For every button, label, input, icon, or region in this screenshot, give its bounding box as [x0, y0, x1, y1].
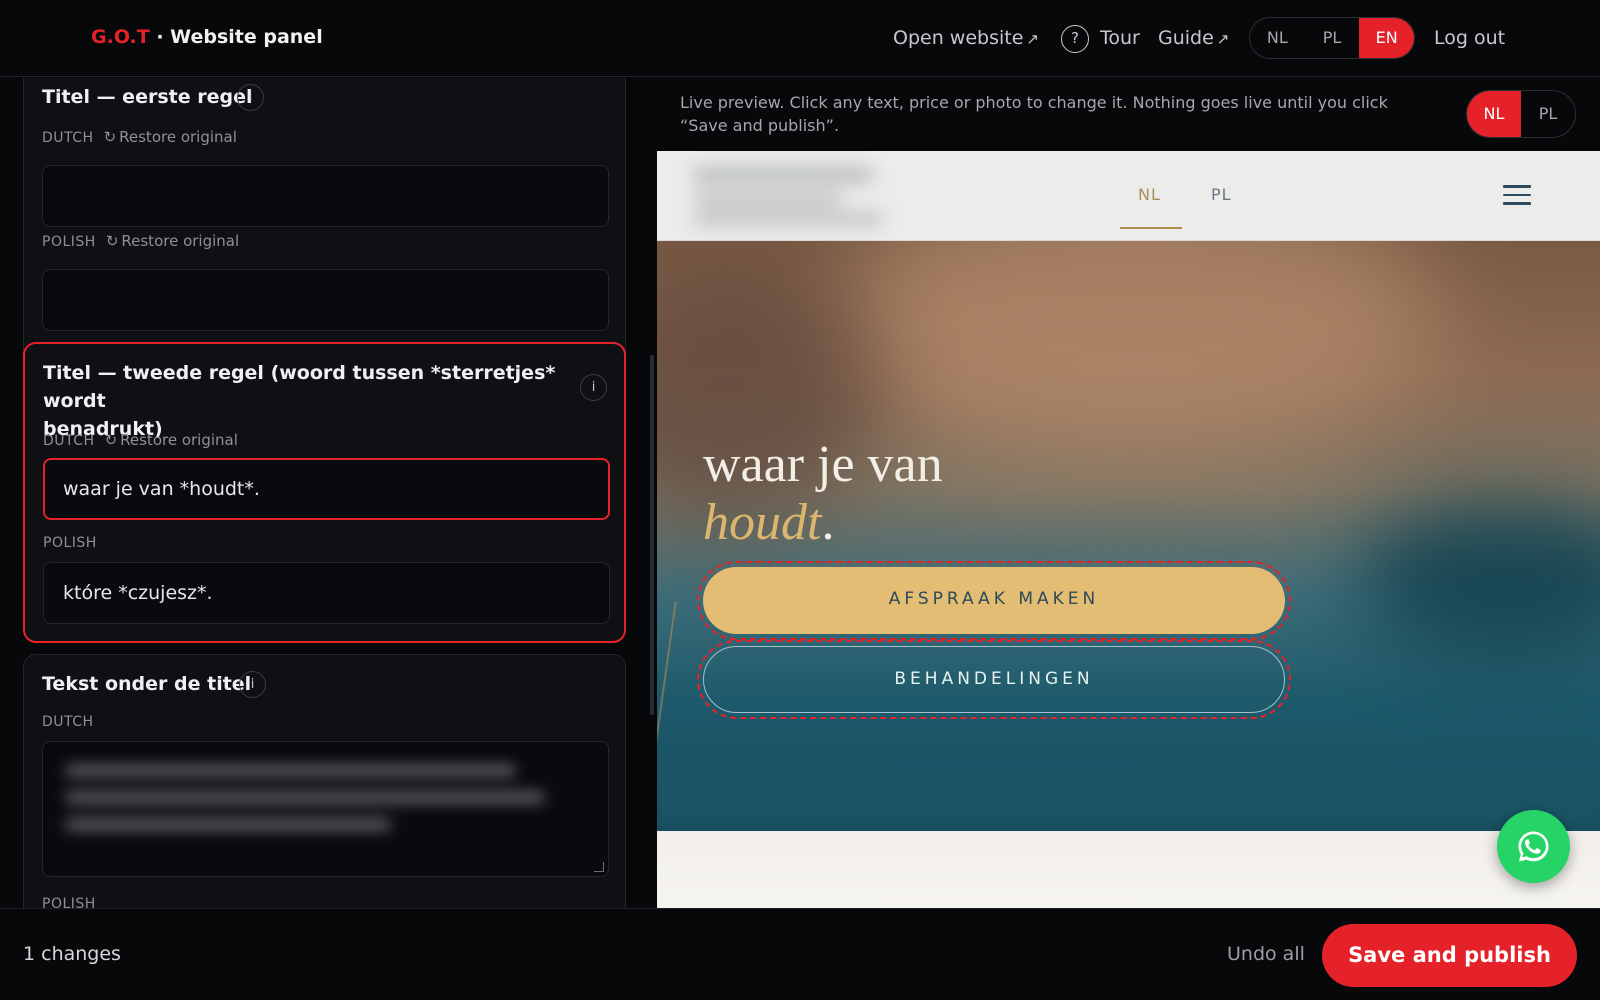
dutch-label-text: DUTCH	[42, 130, 94, 146]
undo-all-button[interactable]: Undo all	[1227, 943, 1305, 965]
lang-nl-button[interactable]: NL	[1250, 18, 1305, 58]
restore-label: Restore original	[120, 431, 238, 449]
dutch-label: DUTCH ↻ Restore original	[43, 431, 238, 449]
restore-icon: ↻	[105, 232, 119, 250]
polish-label-text: POLISH	[42, 234, 96, 250]
dutch-text-input[interactable]: waar je van *houdt*.	[43, 458, 610, 520]
whatsapp-icon[interactable]	[1497, 810, 1570, 883]
info-icon[interactable]: i	[237, 84, 264, 111]
language-switcher: NL PL EN	[1249, 17, 1415, 59]
hero-title-line1: waar je van	[703, 436, 943, 493]
top-bar: G.O.T · Website panel Open website ↗ ? To…	[0, 0, 1600, 77]
guide-link[interactable]: Guide ↗	[1158, 27, 1229, 49]
footer-bar: 1 changes Undo all Save and publish	[0, 908, 1600, 1000]
lang-pl-button[interactable]: PL	[1305, 18, 1360, 58]
hero-title[interactable]: waar je van houdt.	[703, 436, 943, 552]
brand: G.O.T · Website panel	[91, 26, 323, 48]
restore-original-button[interactable]: ↻ Restore original	[106, 232, 239, 250]
preview-language-switcher: NL PL	[1466, 90, 1576, 138]
info-icon[interactable]: i	[239, 671, 266, 698]
guide-label: Guide	[1158, 27, 1214, 49]
dutch-text-input[interactable]	[42, 165, 609, 227]
dutch-textarea[interactable]	[42, 741, 609, 877]
preview-lang-nl-button[interactable]: NL	[1467, 91, 1521, 137]
polish-text-input[interactable]	[42, 269, 609, 331]
dutch-label: DUTCH	[42, 714, 94, 730]
polish-label: POLISH	[43, 535, 97, 551]
open-website-link[interactable]: Open website ↗	[893, 27, 1039, 49]
site-lang-nl[interactable]: NL	[1138, 185, 1161, 204]
restore-label: Restore original	[119, 128, 237, 146]
leaf-decoration	[657, 601, 677, 741]
site-next-section	[657, 831, 1600, 908]
info-icon[interactable]: i	[580, 374, 607, 401]
save-and-publish-button[interactable]: Save and publish	[1322, 924, 1577, 987]
field-title-line1: Titel — tweede regel (woord tussen *ster…	[43, 362, 556, 412]
restore-original-button[interactable]: ↻ Restore original	[104, 128, 237, 146]
restore-label: Restore original	[121, 232, 240, 250]
site-logo[interactable]	[685, 161, 885, 231]
blurred-text	[65, 764, 545, 845]
external-link-icon: ↗	[1216, 30, 1230, 48]
polish-label: POLISH ↻ Restore original	[42, 232, 239, 250]
field-title: Tekst onder de titel	[42, 673, 252, 695]
hero-title-period: .	[821, 494, 835, 551]
resize-handle-icon[interactable]	[594, 862, 604, 872]
site-navbar: NL PL	[657, 151, 1600, 241]
editor-panel[interactable]: Titel — eerste regel i DUTCH ↻ Restore ori…	[0, 78, 657, 908]
book-appointment-button[interactable]: AFSPRAAK MAKEN	[703, 567, 1285, 634]
restore-original-button[interactable]: ↻ Restore original	[105, 431, 238, 449]
active-lang-underline	[1120, 227, 1182, 229]
hamburger-menu-icon[interactable]	[1503, 185, 1531, 205]
field-card-title-line2: Titel — tweede regel (woord tussen *ster…	[23, 342, 626, 643]
field-title: Titel — eerste regel	[42, 86, 253, 108]
hero-section[interactable]: waar je van houdt. AFSPRAAK MAKEN BEHAND…	[657, 241, 1600, 831]
help-circle-icon[interactable]: ?	[1061, 25, 1089, 53]
polish-text-input[interactable]: które *czujesz*.	[43, 562, 610, 624]
logout-button[interactable]: Log out	[1434, 27, 1505, 49]
restore-icon: ↻	[104, 431, 118, 449]
open-website-label: Open website	[893, 27, 1024, 49]
changes-count: 1 changes	[23, 943, 121, 965]
dutch-label: DUTCH ↻ Restore original	[42, 128, 237, 146]
brand-code: G.O.T	[91, 26, 150, 48]
polish-label: POLISH	[42, 896, 96, 908]
brand-title: · Website panel	[149, 26, 323, 48]
dutch-label-text: DUTCH	[43, 433, 95, 449]
field-card-subtitle: Tekst onder de titel i DUTCH POLISH	[23, 654, 626, 908]
restore-icon: ↻	[103, 128, 117, 146]
tour-button[interactable]: Tour	[1100, 27, 1140, 49]
lang-en-button[interactable]: EN	[1359, 18, 1414, 58]
external-link-icon: ↗	[1026, 30, 1039, 48]
preview-note: Live preview. Click any text, price or p…	[680, 93, 1388, 135]
treatments-button[interactable]: BEHANDELINGEN	[703, 646, 1285, 713]
live-preview[interactable]: NL PL waar je van houdt. AFSPRAAK MAKEN …	[657, 151, 1600, 908]
hero-title-accent: houdt	[703, 494, 822, 551]
site-lang-pl[interactable]: PL	[1211, 185, 1232, 204]
editor-scrollbar[interactable]	[650, 355, 654, 715]
preview-lang-pl-button[interactable]: PL	[1521, 91, 1575, 137]
